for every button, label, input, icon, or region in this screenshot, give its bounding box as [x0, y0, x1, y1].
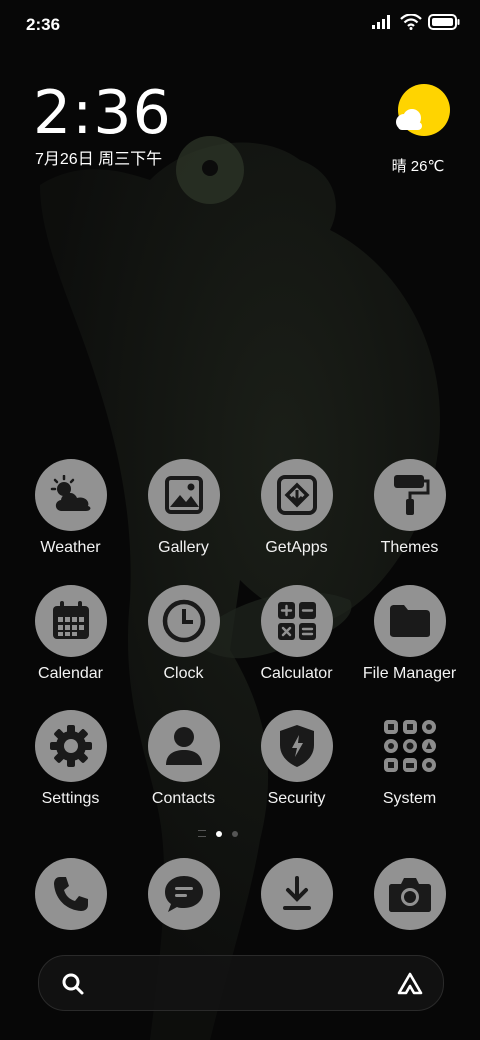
- weather-widget[interactable]: 晴 26℃: [380, 82, 456, 176]
- page-dot-feed[interactable]: [198, 830, 206, 837]
- app-label: Security: [267, 790, 326, 807]
- shield-icon[interactable]: [260, 710, 333, 782]
- page-dot[interactable]: [232, 830, 238, 837]
- search-bar[interactable]: [38, 955, 444, 1011]
- status-bar: 2:36: [0, 0, 480, 50]
- gallery-icon[interactable]: [147, 459, 220, 531]
- app-security[interactable]: Security: [240, 710, 353, 808]
- messages-icon[interactable]: [147, 858, 220, 930]
- clock-icon[interactable]: [147, 585, 220, 657]
- clock-widget-time[interactable]: 2:36: [33, 78, 172, 148]
- dock-downloads[interactable]: [240, 858, 353, 930]
- calendar-icon[interactable]: [34, 585, 107, 657]
- download-icon[interactable]: [260, 858, 333, 930]
- search-icon[interactable]: [61, 972, 85, 996]
- page-dot-active[interactable]: [216, 830, 222, 837]
- app-settings[interactable]: Settings: [14, 710, 127, 808]
- app-clock[interactable]: Clock: [127, 585, 240, 683]
- weather-icon[interactable]: [34, 459, 107, 531]
- app-getapps[interactable]: GetApps: [240, 459, 353, 557]
- app-label: File Manager: [362, 665, 457, 682]
- app-calculator[interactable]: Calculator: [240, 585, 353, 683]
- weather-text: 晴 26℃: [391, 158, 445, 175]
- app-gallery[interactable]: Gallery: [127, 459, 240, 557]
- dock-messages[interactable]: [127, 858, 240, 930]
- app-label: Clock: [163, 665, 204, 682]
- app-calendar[interactable]: Calendar: [14, 585, 127, 683]
- dock-camera[interactable]: [353, 858, 466, 930]
- sun-cloud-icon: [396, 84, 450, 136]
- camera-icon[interactable]: [373, 858, 446, 930]
- page-indicator[interactable]: [198, 830, 238, 837]
- themes-icon[interactable]: [373, 459, 446, 531]
- app-label: Themes: [380, 539, 439, 556]
- dock-phone[interactable]: [14, 858, 127, 930]
- app-contacts[interactable]: Contacts: [127, 710, 240, 808]
- gear-icon[interactable]: [34, 710, 107, 782]
- signal-icon: [372, 15, 390, 29]
- contacts-icon[interactable]: [147, 710, 220, 782]
- app-label: Calculator: [260, 665, 333, 682]
- status-time: 2:36: [26, 15, 61, 34]
- wifi-icon: [400, 14, 422, 30]
- phone-icon[interactable]: [34, 858, 107, 930]
- app-label: Calendar: [38, 665, 103, 682]
- app-label: Contacts: [151, 790, 216, 807]
- clock-widget-date: 7月26日 周三下午: [35, 151, 163, 168]
- folder-icon[interactable]: [373, 585, 446, 657]
- system-folder-icon[interactable]: [374, 710, 446, 782]
- app-label: Settings: [41, 790, 100, 807]
- app-system[interactable]: System: [353, 710, 466, 808]
- app-themes[interactable]: Themes: [353, 459, 466, 557]
- calculator-icon[interactable]: [260, 585, 333, 657]
- app-label: GetApps: [265, 539, 328, 556]
- app-label: Weather: [40, 539, 101, 556]
- assistant-icon[interactable]: [397, 972, 423, 996]
- app-weather[interactable]: Weather: [14, 459, 127, 557]
- app-label: Gallery: [158, 539, 209, 556]
- app-label: System: [382, 790, 437, 807]
- getapps-icon[interactable]: [260, 459, 333, 531]
- app-file-manager[interactable]: File Manager: [353, 585, 466, 683]
- battery-icon: [428, 14, 460, 30]
